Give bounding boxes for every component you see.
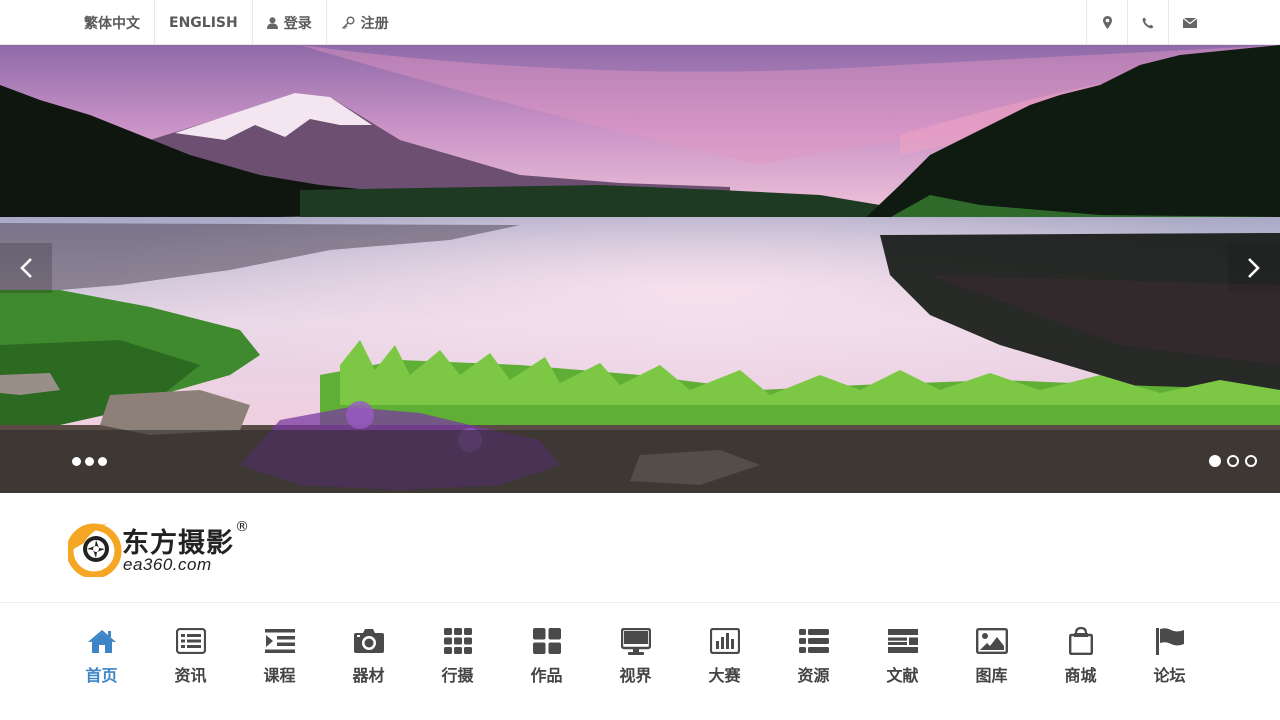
nav-label: 文献 xyxy=(886,666,919,685)
next-slide-button[interactable] xyxy=(1228,243,1280,293)
nav-item-literature[interactable]: 文献 xyxy=(858,620,947,692)
email-button[interactable] xyxy=(1169,0,1210,45)
nav-item-forum[interactable]: 论坛 xyxy=(1125,620,1214,692)
nav-item-vision[interactable]: 视界 xyxy=(591,620,680,692)
camera-icon xyxy=(353,629,384,653)
phone-icon xyxy=(1142,17,1154,28)
flag-icon xyxy=(1155,628,1184,655)
registered-mark: ® xyxy=(235,519,249,535)
contact-icons xyxy=(1086,0,1210,45)
nav-item-news[interactable]: 资讯 xyxy=(146,620,235,692)
indent-icon xyxy=(264,629,295,653)
register-link[interactable]: 注册 xyxy=(327,0,403,45)
location-button[interactable] xyxy=(1087,0,1128,45)
top-links: 繁体中文 ENGLISH 登录 注册 xyxy=(70,0,403,45)
nav-item-travel[interactable]: 行摄 xyxy=(413,620,502,692)
site-logo[interactable]: 东方摄影 ® ea360.com xyxy=(68,519,258,579)
slide-pager xyxy=(1209,455,1257,467)
bar-chart-icon xyxy=(709,628,740,654)
map-marker-icon xyxy=(1102,16,1112,29)
nav-label: 图库 xyxy=(975,666,1008,685)
nav-label: 视界 xyxy=(619,666,652,685)
nav-label: 作品 xyxy=(530,666,563,685)
document-icon xyxy=(887,629,918,653)
caption-dot xyxy=(72,457,81,466)
nav-label: 行摄 xyxy=(441,666,474,685)
nav-item-contest[interactable]: 大赛 xyxy=(680,620,769,692)
slide-dot-3[interactable] xyxy=(1245,455,1257,467)
english-link[interactable]: ENGLISH xyxy=(155,0,253,45)
picture-icon xyxy=(975,628,1008,654)
nav-label: 首页 xyxy=(85,666,118,685)
slide-dot-1[interactable] xyxy=(1209,455,1221,467)
register-label: 注册 xyxy=(360,15,389,32)
nav-item-works[interactable]: 作品 xyxy=(502,620,591,692)
nav-label: 大赛 xyxy=(708,666,741,685)
nav-item-home[interactable]: 首页 xyxy=(57,620,146,692)
nav-label: 资源 xyxy=(797,666,830,685)
nav-label: 课程 xyxy=(263,666,296,685)
monitor-icon xyxy=(620,627,651,655)
nav-label: 器材 xyxy=(352,666,385,685)
nav-item-resources[interactable]: 资源 xyxy=(769,620,858,692)
hero-slider[interactable] xyxy=(0,45,1280,493)
banner-image xyxy=(0,45,1280,493)
nav-item-equipment[interactable]: 器材 xyxy=(324,620,413,692)
phone-button[interactable] xyxy=(1128,0,1169,45)
grid-icon xyxy=(443,628,472,654)
chevron-right-icon xyxy=(1248,258,1260,278)
traditional-chinese-label: 繁体中文 xyxy=(84,15,140,32)
envelope-icon xyxy=(1182,17,1197,28)
list-icon xyxy=(798,629,829,653)
caption-dot xyxy=(85,457,94,466)
nav-label: 论坛 xyxy=(1153,666,1186,685)
aperture-logo-icon xyxy=(68,523,122,577)
logo-domain: ea360.com xyxy=(123,555,212,574)
home-icon xyxy=(87,630,116,653)
tiles-icon xyxy=(532,628,561,654)
chevron-left-icon xyxy=(20,258,32,278)
nav-item-gallery[interactable]: 图库 xyxy=(947,620,1036,692)
top-bar: 繁体中文 ENGLISH 登录 注册 xyxy=(0,0,1280,45)
nav-label: 资讯 xyxy=(174,666,207,685)
shopping-bag-icon xyxy=(1068,627,1093,655)
user-icon xyxy=(266,16,278,29)
login-label: 登录 xyxy=(283,15,312,32)
main-nav: 首页 资讯 课程 器材 行摄 作品 视界 大赛 资源 文献 图库 商城 论坛 xyxy=(57,620,1214,692)
logo-row: 东方摄影 ® ea360.com xyxy=(0,493,1280,603)
nav-label: 商城 xyxy=(1064,666,1097,685)
traditional-chinese-link[interactable]: 繁体中文 xyxy=(70,0,155,45)
english-label: ENGLISH xyxy=(169,14,238,31)
login-link[interactable]: 登录 xyxy=(253,0,327,45)
nav-item-shop[interactable]: 商城 xyxy=(1036,620,1125,692)
slide-caption-bar xyxy=(0,430,1280,493)
slide-dot-2[interactable] xyxy=(1227,455,1239,467)
caption-dots xyxy=(72,457,107,466)
news-list-icon xyxy=(175,628,206,654)
nav-item-courses[interactable]: 课程 xyxy=(235,620,324,692)
key-icon xyxy=(341,16,355,29)
caption-dot xyxy=(98,457,107,466)
prev-slide-button[interactable] xyxy=(0,243,52,293)
